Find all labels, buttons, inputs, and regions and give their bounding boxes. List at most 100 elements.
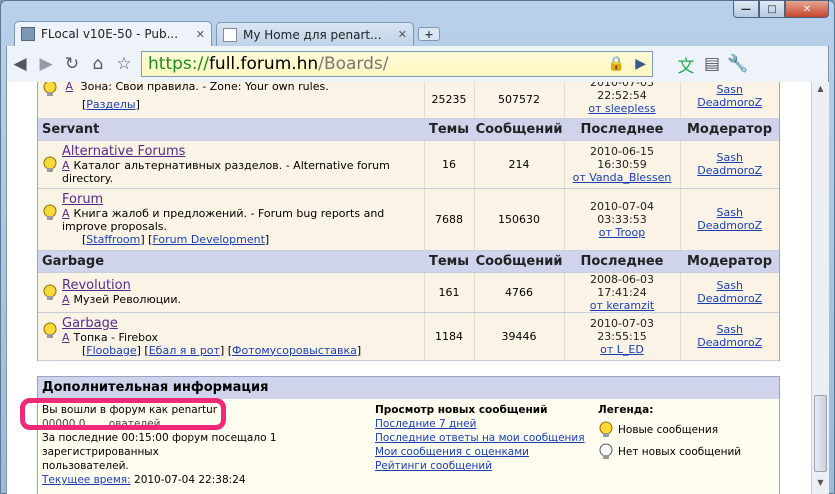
last-post-date: 2010-07-04 03:33:53 <box>590 199 654 226</box>
thread-count: 7688 <box>423 188 474 251</box>
minimize-button[interactable]: — <box>733 0 759 18</box>
go-arrow-icon[interactable]: ▶ <box>635 56 646 72</box>
forum-description-cont: improve proposals. <box>62 220 167 233</box>
category-name: Garbage <box>38 250 424 273</box>
tab-my-home[interactable]: My Home для penart... ✕ <box>216 22 414 46</box>
star-bookmark-icon[interactable]: ☆ <box>111 51 137 77</box>
forum-table: A Зона: Свои правила. - Zone: Your own r… <box>37 82 780 361</box>
last-post-user[interactable]: от sleepless <box>565 102 680 115</box>
last-post-user[interactable]: от Troop <box>565 226 680 239</box>
moderator-link[interactable]: Sash <box>681 323 780 336</box>
forum-name-link[interactable]: Revolution <box>62 278 181 293</box>
moderator-link[interactable]: DeadmoroZ <box>681 96 780 109</box>
forward-arrow-icon[interactable]: ▶ <box>33 51 59 77</box>
moderator-link[interactable]: DeadmoroZ <box>681 219 780 232</box>
tab-label: FLocal v10E-50 - Pub... <box>41 27 179 41</box>
forum-name-link[interactable]: Garbage <box>62 316 158 331</box>
col-header-last: Последнее <box>564 118 680 141</box>
new-posts-link[interactable]: Рейтинги сообщений <box>375 459 585 473</box>
address-bar[interactable]: https:// full.forum.hn /Boards/ 🔒 ▶ <box>141 51 653 77</box>
post-count: 507572 <box>473 82 564 119</box>
scroll-thumb[interactable] <box>814 395 827 472</box>
new-posts-bulb-icon <box>599 421 613 437</box>
subforum-link[interactable]: Staffroom <box>86 233 140 246</box>
maximize-button[interactable]: □ <box>759 0 785 18</box>
reload-icon[interactable]: ↻ <box>59 51 85 77</box>
last-post-date: 2010-07-03 22:52:54 <box>590 82 654 103</box>
moderator-link[interactable]: DeadmoroZ <box>681 336 780 349</box>
current-time-value: 2010-07-04 22:38:24 <box>134 474 246 486</box>
new-posts-link[interactable]: Последние 7 дней <box>375 417 585 431</box>
post-count: 39446 <box>473 312 564 361</box>
scroll-up-arrow-icon[interactable]: ▲ <box>814 84 827 98</box>
moderator-link[interactable]: DeadmoroZ <box>681 164 780 177</box>
back-arrow-icon[interactable]: ◀ <box>7 51 33 77</box>
lock-icon[interactable]: 🔒 <box>608 56 625 72</box>
thread-count: 16 <box>423 140 474 189</box>
new-posts-bulb-icon <box>43 204 57 220</box>
visitors-text-3: пользователей. <box>42 460 129 472</box>
new-posts-title: Просмотр новых сообщений <box>375 404 548 416</box>
new-posts-link[interactable]: Последние ответы на мои сообщения <box>375 431 585 445</box>
visitors-text-2: За последние 00:15:00 форум посещало 1 з… <box>42 432 277 458</box>
forum-admin-link[interactable]: A <box>66 82 74 93</box>
category-row: Garbage Темы Сообщений Последнее Модерат… <box>38 250 779 273</box>
forum-name-link[interactable]: Alternative Forums <box>62 144 390 159</box>
moderator-link[interactable]: Sash <box>681 279 780 292</box>
subforum-link[interactable]: Ебал я в рот <box>149 344 220 357</box>
post-count: 214 <box>473 140 564 189</box>
post-count: 4766 <box>473 272 564 313</box>
current-time-link[interactable]: Текущее время: <box>42 474 131 486</box>
last-post-date: 2008-06-03 17:41:24 <box>590 272 654 299</box>
table-row: Revolution A Музей Революции. 161 4766 20… <box>38 272 780 313</box>
moderator-link[interactable]: DeadmoroZ <box>681 292 780 305</box>
tab-flocal[interactable]: FLocal v10E-50 - Pub... ✕ <box>14 21 212 46</box>
post-count: 150630 <box>473 188 564 251</box>
close-window-button[interactable]: ✕ <box>785 0 829 18</box>
window-controls: — □ ✕ <box>733 0 829 18</box>
moderator-link[interactable]: Sash <box>681 151 780 164</box>
forum-description: Музей Революции. <box>73 293 181 306</box>
new-tab-button[interactable]: + <box>418 27 440 41</box>
subforum-link[interactable]: Floobage <box>86 344 136 357</box>
last-post-user[interactable]: от Vanda_Blessen <box>565 171 680 184</box>
forum-description: Зона: Свои правила. - Zone: Your own rul… <box>80 82 329 94</box>
category-name: Servant <box>38 118 424 141</box>
last-post-user[interactable]: от L_ED <box>565 343 680 356</box>
new-posts-bulb-icon <box>43 156 57 172</box>
new-posts-link[interactable]: Мои сообщения с оценками <box>375 445 585 459</box>
col-header-posts: Сообщений <box>474 118 564 141</box>
forum-admin-link[interactable]: A <box>62 159 70 172</box>
moderator-link[interactable]: Sash <box>681 206 780 219</box>
tab-close-icon[interactable]: ✕ <box>398 28 407 41</box>
wrench-menu-icon[interactable]: 🔧 <box>725 51 751 77</box>
tab-close-icon[interactable]: ✕ <box>196 28 205 41</box>
url-host: full.forum.hn <box>208 54 319 74</box>
col-header-threads: Темы <box>424 250 474 273</box>
subforum-link[interactable]: Фотомусоровыставка <box>232 344 357 357</box>
forum-admin-link[interactable]: A <box>62 207 70 220</box>
subforum-link[interactable]: Forum Development <box>152 233 264 246</box>
legend-none-label: Нет новых сообщений <box>618 446 742 458</box>
forum-favicon-icon <box>21 27 35 41</box>
subforum-link[interactable]: Разделы <box>86 98 135 111</box>
home-icon[interactable]: ⌂ <box>85 51 111 77</box>
legend-section: Легенда: Новые сообщения Нет новых сообщ… <box>598 403 778 461</box>
table-row: Garbage A Топка - Firebox [Floobage] [Еба… <box>38 312 780 361</box>
col-header-posts: Сообщений <box>474 250 564 273</box>
category-row: Servant Темы Сообщений Последнее Модерат… <box>38 118 779 141</box>
tab-strip: FLocal v10E-50 - Pub... ✕ My Home для pe… <box>14 21 440 46</box>
forum-description: Каталог альтернативных разделов. - Alter… <box>73 158 390 172</box>
forum-admin-link[interactable]: A <box>62 331 70 344</box>
scroll-down-arrow-icon[interactable]: ▼ <box>814 478 827 492</box>
moderator-link[interactable]: Sasn <box>681 83 780 96</box>
translate-icon[interactable]: 文 <box>673 51 699 77</box>
vertical-scrollbar[interactable]: ▲ ▼ <box>811 82 829 494</box>
table-row: Forum A Книга жалоб и предложений. - Foru… <box>38 188 780 251</box>
url-path: /Boards/ <box>318 54 389 74</box>
forum-name-link[interactable]: Forum <box>62 192 384 207</box>
col-header-threads: Темы <box>424 118 474 141</box>
page-menu-icon[interactable]: ▤ <box>699 51 725 77</box>
forum-admin-link[interactable]: A <box>62 293 70 306</box>
last-post-user[interactable]: от keramzit <box>565 299 680 312</box>
